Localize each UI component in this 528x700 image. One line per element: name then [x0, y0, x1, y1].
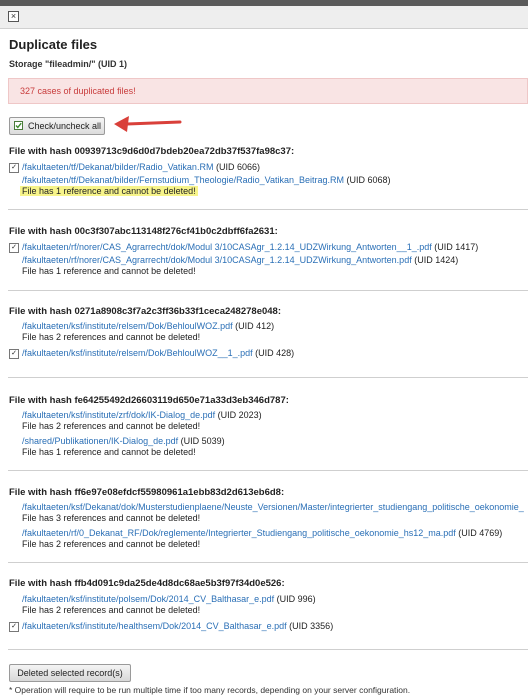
close-icon[interactable]: ×	[8, 11, 19, 22]
file-uid: (UID 412)	[232, 321, 275, 331]
reference-note: File has 1 reference and cannot be delet…	[20, 186, 198, 196]
file-uid: (UID 3356)	[286, 621, 334, 631]
file-row: /fakultaeten/ksf/Dekanat/dok/Musterstudi…	[9, 502, 528, 526]
file-uid: (UID 1424)	[411, 255, 459, 265]
file-row: ✓ /fakultaeten/ksf/institute/relsem/Dok/…	[9, 348, 528, 372]
file-link[interactable]: /fakultaeten/ksf/institute/polsem/Dok/20…	[22, 594, 274, 604]
divider	[8, 562, 528, 563]
hash-heading: File with hash 00939713c9d6d0d7bdeb20ea7…	[9, 146, 295, 157]
reference-note: File has 3 references and cannot be dele…	[22, 513, 201, 523]
file-row: /fakultaeten/tf/Dekanat/bilder/Fernstudi…	[9, 175, 528, 199]
reference-note: File has 1 reference and cannot be delet…	[22, 266, 196, 276]
file-link[interactable]: /fakultaeten/tf/Dekanat/bilder/Fernstudi…	[22, 175, 344, 185]
file-row: /fakultaeten/ksf/institute/relsem/Dok/Be…	[9, 321, 528, 345]
file-uid: (UID 1417)	[431, 242, 479, 252]
reference-note: File has 2 references and cannot be dele…	[22, 605, 201, 615]
file-link[interactable]: /shared/Publikationen/IK-Dialog_de.pdf	[22, 436, 178, 446]
delete-selected-button[interactable]: Deleted selected record(s)	[9, 664, 131, 682]
divider	[8, 470, 528, 471]
file-checkbox[interactable]: ✓	[9, 622, 19, 632]
file-checkbox[interactable]: ✓	[9, 163, 19, 173]
file-link[interactable]: /fakultaeten/rf/norer/CAS_Agrarrecht/dok…	[22, 242, 432, 252]
file-link[interactable]: /fakultaeten/tf/Dekanat/bilder/Radio_Vat…	[22, 162, 213, 172]
check-uncheck-all-button[interactable]: Check/uncheck all	[9, 117, 105, 135]
hash-heading: File with hash 00c3f307abc113148f276cf41…	[9, 226, 278, 237]
file-uid: (UID 4769)	[455, 528, 503, 538]
file-row: /fakultaeten/rf/0_Dekanat_RF/Dok/regleme…	[9, 528, 528, 552]
divider	[8, 649, 528, 650]
hash-heading: File with hash ffb4d091c9da25de4d8dc68ae…	[9, 578, 285, 589]
file-link[interactable]: /fakultaeten/ksf/institute/healthsem/Dok…	[22, 621, 287, 631]
file-row: /fakultaeten/rf/norer/CAS_Agrarrecht/dok…	[9, 255, 528, 279]
hash-heading: File with hash fe64255492d26603119d650e7…	[9, 395, 289, 406]
file-row: /fakultaeten/ksf/institute/polsem/Dok/20…	[9, 594, 528, 618]
reference-note: File has 2 references and cannot be dele…	[22, 421, 201, 431]
file-checkbox[interactable]: ✓	[9, 243, 19, 253]
file-link[interactable]: /fakultaeten/rf/norer/CAS_Agrarrecht/dok…	[22, 255, 412, 265]
checkbox-toggle-icon	[14, 121, 23, 130]
hash-heading: File with hash ff6e97e08efdcf55980961a1e…	[9, 487, 285, 498]
file-checkbox[interactable]: ✓	[9, 349, 19, 359]
divider	[8, 290, 528, 291]
reference-note: File has 2 references and cannot be dele…	[22, 332, 201, 342]
reference-note: File has 2 references and cannot be dele…	[22, 539, 201, 549]
divider	[8, 377, 528, 378]
file-link[interactable]: /fakultaeten/ksf/institute/relsem/Dok/Be…	[22, 348, 253, 358]
storage-label: Storage "fileadmin/" (UID 1)	[9, 59, 128, 69]
divider	[8, 209, 528, 210]
file-link[interactable]: /fakultaeten/ksf/institute/relsem/Dok/Be…	[22, 321, 233, 331]
file-uid: (UID 5039)	[178, 436, 225, 446]
file-row: /fakultaeten/ksf/institute/zrf/dok/IK-Di…	[9, 410, 528, 434]
file-uid: (UID 6066)	[213, 162, 260, 172]
file-uid: (UID 6068)	[344, 175, 391, 185]
file-row: /shared/Publikationen/IK-Dialog_de.pdf (…	[9, 436, 528, 460]
alert-text: 327 cases of duplicated files!	[20, 86, 136, 96]
file-link[interactable]: /fakultaeten/ksf/Dekanat/dok/Musterstudi…	[22, 502, 524, 512]
annotation-arrow	[114, 116, 182, 132]
file-link[interactable]: /fakultaeten/rf/0_Dekanat_RF/Dok/regleme…	[22, 528, 456, 538]
file-uid: (UID 428)	[252, 348, 295, 358]
check-uncheck-all-label: Check/uncheck all	[28, 121, 102, 131]
footnote: * Operation will require to be run multi…	[9, 685, 411, 695]
file-uid: (UID 996)	[274, 594, 316, 604]
doc-header: ×	[0, 6, 528, 29]
duplicates-alert: 327 cases of duplicated files!	[8, 78, 528, 104]
file-row: ✓ /fakultaeten/ksf/institute/healthsem/D…	[9, 621, 528, 645]
hash-heading: File with hash 0271a8908c3f7a2c3ff36b33f…	[9, 306, 281, 317]
file-uid: (UID 2023)	[215, 410, 262, 420]
file-link[interactable]: /fakultaeten/ksf/institute/zrf/dok/IK-Di…	[22, 410, 215, 420]
page-title: Duplicate files	[9, 37, 98, 52]
reference-note: File has 1 reference and cannot be delet…	[22, 447, 196, 457]
